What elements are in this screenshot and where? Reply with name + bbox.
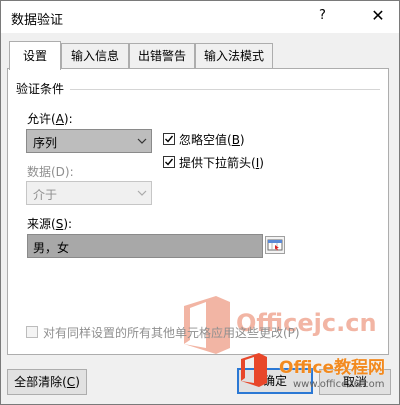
data-select: 介于	[26, 181, 152, 205]
apply-all-label: 对有同样设置的所有其他单元格应用这些更改(P)	[43, 326, 300, 340]
source-input[interactable]: 男，女	[27, 234, 263, 258]
brand-watermark-url: www.office26.com	[293, 379, 385, 390]
allow-select-value: 序列	[33, 136, 58, 150]
close-button[interactable]: ✕	[365, 3, 391, 29]
tab-input-message[interactable]: 输入信息	[61, 43, 129, 68]
clear-all-button[interactable]: 全部清除(C)	[7, 369, 87, 395]
in-cell-dropdown-label[interactable]: 提供下拉箭头(I)	[179, 154, 264, 171]
range-select-button[interactable]	[265, 236, 285, 254]
tab-settings[interactable]: 设置	[9, 41, 61, 70]
apply-all-checkbox	[26, 326, 38, 338]
chevron-down-icon	[133, 182, 151, 204]
title-bar: 数据验证 ? ✕	[1, 1, 399, 33]
data-label: 数据(D):	[27, 165, 74, 179]
checkmark-icon	[165, 158, 174, 166]
tab-error-alert[interactable]: 出错警告	[129, 43, 195, 68]
allow-label: 允许(A):	[27, 112, 73, 126]
source-input-value: 男，女	[33, 241, 70, 255]
settings-panel: 验证条件 允许(A): 序列 数据(D): 介于 忽略空值(B) 提供下拉箭头(…	[7, 68, 389, 355]
data-validation-dialog: 数据验证 ? ✕ 设置 输入信息 出错警告 输入法模式 验证条件 允许(A): …	[0, 0, 400, 405]
ignore-blank-label[interactable]: 忽略空值(B)	[179, 131, 245, 148]
group-divider	[70, 89, 380, 90]
tab-ime-mode[interactable]: 输入法模式	[195, 43, 273, 68]
checkmark-icon	[165, 135, 174, 143]
source-label: 来源(S):	[27, 217, 73, 231]
brand-watermark-title: Office教程网	[279, 358, 386, 378]
range-select-icon	[267, 239, 283, 251]
data-select-value: 介于	[33, 188, 58, 202]
chevron-down-icon[interactable]	[133, 130, 151, 152]
in-cell-dropdown-checkbox[interactable]	[163, 156, 175, 168]
dialog-title: 数据验证	[11, 13, 64, 28]
group-title: 验证条件	[16, 82, 65, 96]
ignore-blank-checkbox[interactable]	[163, 133, 175, 145]
allow-select[interactable]: 序列	[26, 129, 152, 153]
office-brand-logo-icon	[241, 353, 267, 387]
help-button[interactable]: ?	[319, 8, 326, 23]
